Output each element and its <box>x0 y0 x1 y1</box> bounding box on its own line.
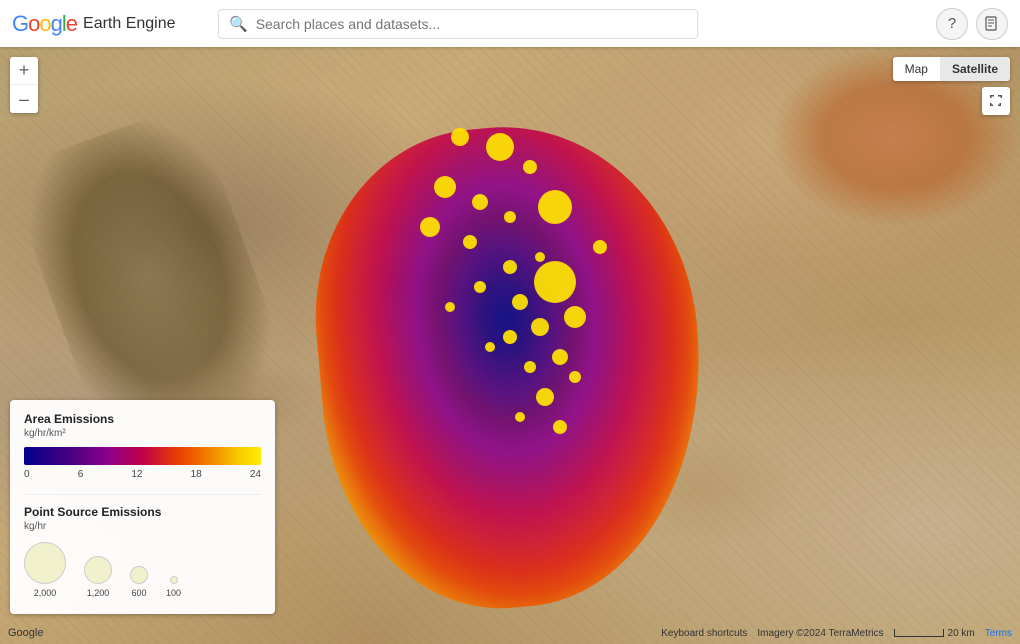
scale-label-18: 18 <box>191 469 202 480</box>
bottom-right-info: Keyboard shortcuts Imagery ©2024 TerraMe… <box>661 628 1012 639</box>
fullscreen-button[interactable] <box>982 87 1010 115</box>
point-source-section: Point Source Emissions kg/hr 2,000 1,200 6… <box>24 505 261 598</box>
map-type-satellite-button[interactable]: Satellite <box>940 57 1010 81</box>
point-source-dot <box>569 371 581 383</box>
scale-bar: 20 km <box>894 628 975 639</box>
terms-link[interactable]: Terms <box>985 628 1012 639</box>
point-circle <box>24 542 66 584</box>
map-type-map-button[interactable]: Map <box>893 57 940 81</box>
point-source-dot <box>512 294 528 310</box>
legend-divider <box>24 494 261 495</box>
point-circle <box>84 556 112 584</box>
search-icon: 🔍 <box>229 15 248 33</box>
gradient-labels: 0 6 12 18 24 <box>24 469 261 480</box>
point-source-dot <box>531 318 549 336</box>
point-source-unit: kg/hr <box>24 521 261 532</box>
point-source-dot <box>553 420 567 434</box>
help-button[interactable]: ? <box>936 8 968 40</box>
point-circle-label: 2,000 <box>34 588 57 598</box>
point-source-dot <box>593 240 607 254</box>
point-source-dot <box>524 361 536 373</box>
area-emissions-title: Area Emissions <box>24 412 261 426</box>
point-source-dot <box>535 252 545 262</box>
point-source-dot <box>503 330 517 344</box>
point-source-dot <box>515 412 525 422</box>
point-source-dot <box>523 160 537 174</box>
point-source-dot <box>434 176 456 198</box>
zoom-in-button[interactable]: + <box>10 57 38 85</box>
point-circle-item: 600 <box>130 566 148 598</box>
map-container[interactable]: + – Map Satellite Area Emissions kg/hr/k… <box>0 47 1020 644</box>
point-circle-item: 100 <box>166 576 181 598</box>
point-source-dot <box>474 281 486 293</box>
point-circle-item: 2,000 <box>24 542 66 598</box>
point-source-dot <box>538 190 572 224</box>
point-source-dot <box>420 217 440 237</box>
point-circle-item: 1,200 <box>84 556 112 598</box>
scale-label: 20 km <box>948 628 975 639</box>
search-input[interactable] <box>256 16 687 32</box>
docs-button[interactable] <box>976 8 1008 40</box>
area-emissions-section: Area Emissions kg/hr/km² 0 6 12 18 24 <box>24 412 261 480</box>
zoom-controls: + – <box>10 57 38 113</box>
point-source-dot <box>504 211 516 223</box>
point-source-title: Point Source Emissions <box>24 505 261 519</box>
logo-area: Google Earth Engine <box>12 11 202 37</box>
point-source-dot <box>451 128 469 146</box>
bottom-bar: Google Keyboard shortcuts Imagery ©2024 … <box>0 622 1020 644</box>
point-circle-label: 1,200 <box>87 588 110 598</box>
map-type-switcher: Map Satellite <box>893 57 1010 81</box>
point-circle <box>170 576 178 584</box>
google-watermark: Google <box>8 627 43 639</box>
scale-label-12: 12 <box>131 469 142 480</box>
scale-label-24: 24 <box>250 469 261 480</box>
color-gradient-bar <box>24 447 261 465</box>
scale-label-0: 0 <box>24 469 30 480</box>
scale-label-6: 6 <box>78 469 84 480</box>
point-source-dot <box>472 194 488 210</box>
google-logo: Google <box>12 11 77 37</box>
header: Google Earth Engine 🔍 ? <box>0 0 1020 47</box>
app-title: Earth Engine <box>83 15 176 33</box>
zoom-out-button[interactable]: – <box>10 85 38 113</box>
imagery-attribution: Imagery ©2024 TerraMetrics <box>757 628 883 639</box>
keyboard-shortcuts-link[interactable]: Keyboard shortcuts <box>661 628 747 639</box>
point-source-dot <box>463 235 477 249</box>
point-source-dot <box>503 260 517 274</box>
point-source-dot <box>536 388 554 406</box>
point-source-dot <box>485 342 495 352</box>
point-source-dot <box>534 261 576 303</box>
legend-panel: Area Emissions kg/hr/km² 0 6 12 18 24 Po… <box>10 400 275 614</box>
header-actions: ? <box>936 8 1008 40</box>
area-emissions-unit: kg/hr/km² <box>24 428 261 439</box>
scale-line <box>894 629 944 637</box>
point-source-dot <box>486 133 514 161</box>
point-circle <box>130 566 148 584</box>
search-bar[interactable]: 🔍 <box>218 9 698 39</box>
point-circles-row: 2,000 1,200 600 100 <box>24 542 261 598</box>
point-source-dot <box>564 306 586 328</box>
point-circle-label: 100 <box>166 588 181 598</box>
point-source-dot <box>552 349 568 365</box>
point-circle-label: 600 <box>131 588 146 598</box>
point-source-dot <box>445 302 455 312</box>
